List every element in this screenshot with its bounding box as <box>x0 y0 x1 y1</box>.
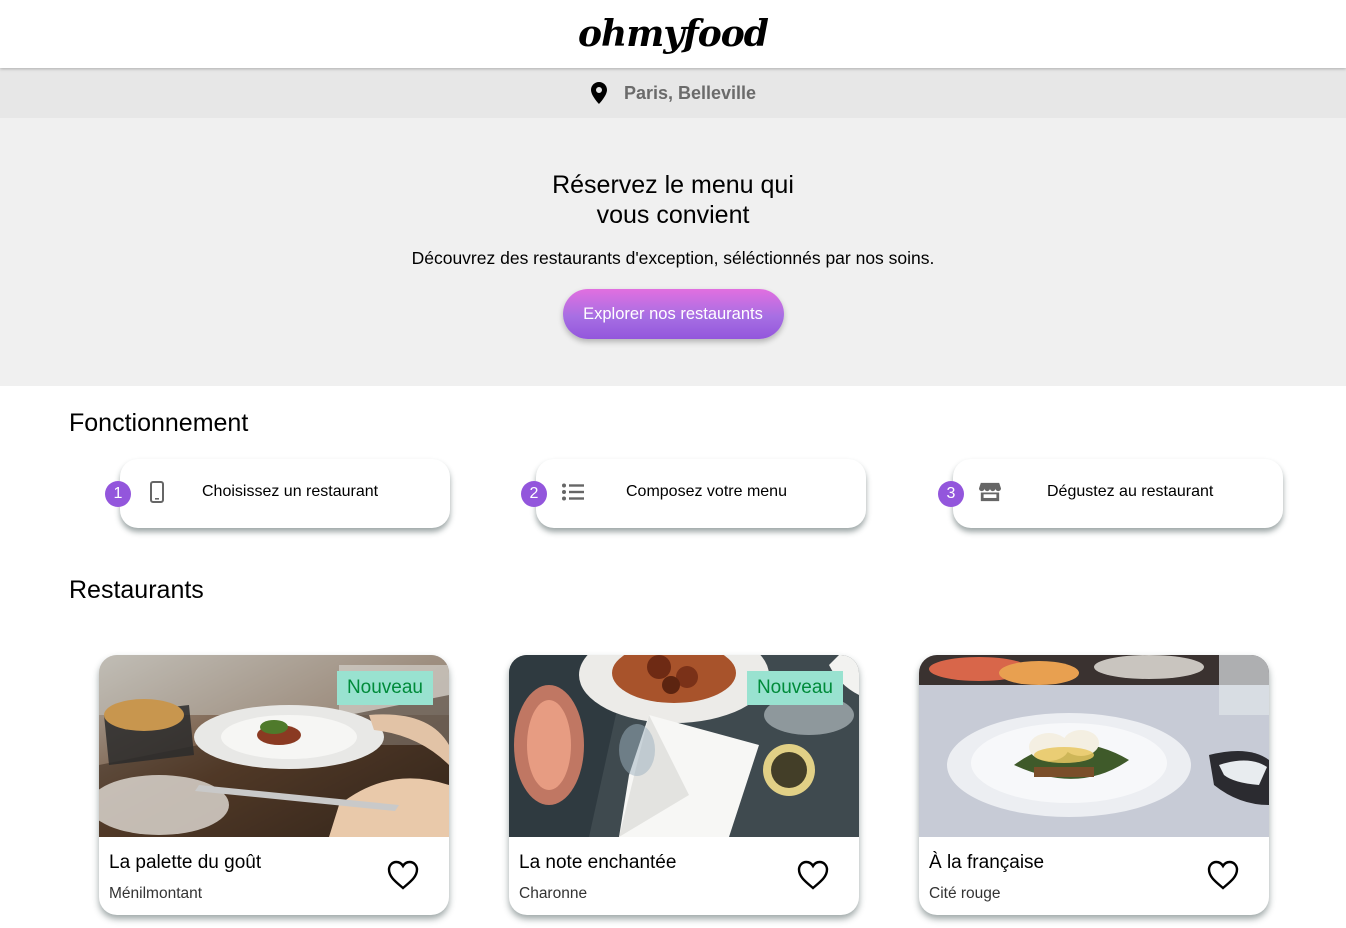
restaurants-title: Restaurants <box>69 576 204 604</box>
explore-restaurants-button[interactable]: Explorer nos restaurants <box>562 289 784 339</box>
restaurant-photo: Nouveau <box>509 655 859 837</box>
site-header: ohmyfood <box>0 0 1346 68</box>
location-bar: Paris, Belleville <box>0 68 1346 118</box>
restaurant-name: La note enchantée <box>519 852 677 873</box>
how-it-works-title: Fonctionnement <box>69 409 249 437</box>
step-number: 2 <box>521 481 547 507</box>
step-choose-restaurant: 1 Choisissez un restaurant <box>105 459 450 528</box>
list-icon <box>562 481 584 503</box>
restaurant-name: La palette du goût <box>109 852 262 873</box>
hero-subtitle: Découvrez des restaurants d'exception, s… <box>411 248 935 268</box>
step-enjoy-restaurant: 3 Dégustez au restaurant <box>938 459 1283 528</box>
step-label: Choisissez un restaurant <box>202 483 379 500</box>
restaurant-area: Charonne <box>519 885 588 902</box>
new-badge: Nouveau <box>746 671 843 705</box>
store-icon <box>979 481 1001 503</box>
restaurant-photo: Nouveau <box>99 655 449 837</box>
step-number: 1 <box>105 481 131 507</box>
logo[interactable]: ohmyfood <box>578 13 769 55</box>
new-badge: Nouveau <box>336 671 433 705</box>
restaurant-card[interactable]: À la française Cité rouge <box>919 655 1269 915</box>
hero-title: Réservez le menu qui vous convient <box>552 171 794 229</box>
restaurant-card[interactable]: Nouveau La palette du goût Ménilmontant <box>99 655 449 915</box>
how-it-works-steps: 1 Choisissez un restaurant 2 Composez vo… <box>0 459 1346 529</box>
card-body: La note enchantée Charonne <box>509 837 859 915</box>
step-compose-menu: 2 Composez votre menu <box>521 459 866 528</box>
card-body: À la française Cité rouge <box>919 837 1269 915</box>
hero-section: Réservez le menu qui vous convient Décou… <box>0 118 1346 386</box>
heart-icon[interactable] <box>797 860 829 890</box>
restaurant-name: À la française <box>929 852 1045 873</box>
restaurant-card[interactable]: Nouveau La note enchantée Charonne <box>509 655 859 915</box>
heart-icon[interactable] <box>387 860 419 890</box>
restaurant-photo <box>919 655 1269 837</box>
mobile-phone-icon <box>146 481 168 503</box>
card-body: La palette du goût Ménilmontant <box>99 837 449 915</box>
heart-icon[interactable] <box>1207 860 1239 890</box>
restaurant-area: Ménilmontant <box>109 885 203 902</box>
location-text: Paris, Belleville <box>623 82 757 103</box>
restaurant-area: Cité rouge <box>929 885 1001 902</box>
step-label: Composez votre menu <box>626 483 787 500</box>
step-label: Dégustez au restaurant <box>1047 483 1214 500</box>
map-pin-icon <box>590 82 608 104</box>
step-number: 3 <box>938 481 964 507</box>
